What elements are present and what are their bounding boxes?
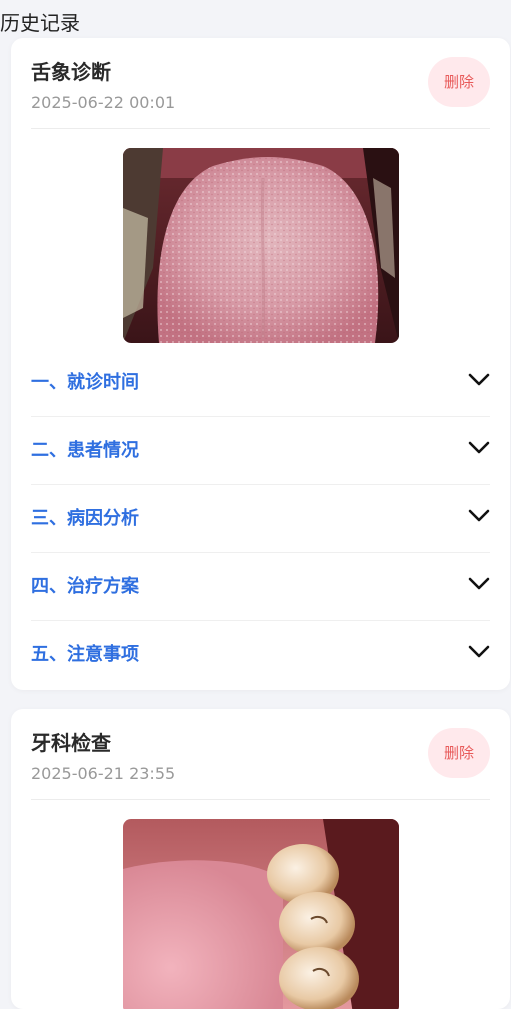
diagnosis-sections: 一、就诊时间 二、患者情况 三、病因分析 四、治疗方案 五、注意事项: [31, 349, 490, 688]
chevron-down-icon[interactable]: [468, 577, 490, 591]
section-patient-info[interactable]: 二、患者情况: [31, 417, 490, 485]
chevron-down-icon[interactable]: [468, 373, 490, 387]
section-label: 四、治疗方案: [31, 576, 139, 597]
history-record-card: 牙科检查 2025-06-21 23:55 删除: [11, 709, 510, 1009]
section-treatment-plan[interactable]: 四、治疗方案: [31, 553, 490, 621]
section-label: 三、病因分析: [31, 508, 139, 529]
record-title: 舌象诊断: [31, 60, 111, 84]
record-timestamp: 2025-06-21 23:55: [31, 764, 176, 783]
record-title: 牙科检查: [31, 731, 111, 755]
section-label: 一、就诊时间: [31, 372, 139, 393]
record-header: 舌象诊断 2025-06-22 00:01 删除: [31, 38, 490, 129]
chevron-down-icon[interactable]: [468, 645, 490, 659]
record-header: 牙科检查 2025-06-21 23:55 删除: [31, 709, 490, 800]
section-visit-time[interactable]: 一、就诊时间: [31, 349, 490, 417]
section-cause-analysis[interactable]: 三、病因分析: [31, 485, 490, 553]
chevron-down-icon[interactable]: [468, 441, 490, 455]
page-title: 历史记录: [0, 11, 80, 35]
section-label: 二、患者情况: [31, 440, 139, 461]
delete-button[interactable]: 删除: [428, 57, 490, 107]
tongue-photo[interactable]: [122, 148, 399, 343]
section-label: 五、注意事项: [31, 644, 139, 665]
teeth-photo[interactable]: [122, 819, 399, 1009]
delete-button[interactable]: 删除: [428, 728, 490, 778]
chevron-down-icon[interactable]: [468, 509, 490, 523]
record-timestamp: 2025-06-22 00:01: [31, 93, 176, 112]
history-record-card: 舌象诊断 2025-06-22 00:01 删除 一、就诊时间 二、患者情况 三…: [11, 38, 510, 690]
section-precautions[interactable]: 五、注意事项: [31, 621, 490, 688]
